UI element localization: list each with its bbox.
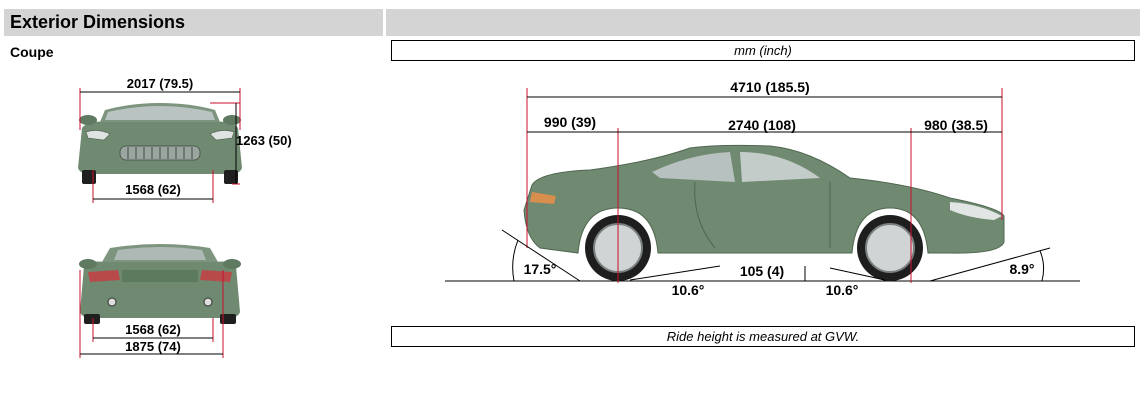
section-header-bar [386,9,1140,36]
ramp-angle-rear-label: 10.6° [826,282,859,298]
front-overall-width-label: 2017 (79.5) [127,76,194,91]
front-overhang-label: 990 (39) [544,114,596,130]
departure-angle-label: 8.9° [1009,261,1034,277]
approach-angle-label: 17.5° [524,261,557,277]
rear-car-illustration [79,244,241,324]
wheelbase-label: 2740 (108) [728,117,796,133]
rear-view-diagram: 1568 (62) 1875 (74) [79,244,241,358]
front-track-label: 1568 (62) [125,182,181,197]
units-note: mm (inch) [391,40,1135,61]
section-title: Exterior Dimensions [10,12,186,32]
ground-clearance-label: 105 (4) [740,263,784,279]
side-car-illustration [523,144,1005,281]
ride-height-note: Ride height is measured at GVW. [391,326,1135,347]
height-label: 1263 (50) [236,133,292,148]
front-car-illustration [78,103,242,184]
rear-overhang-label: 980 (38.5) [924,117,988,133]
side-view-diagram: 4710 (185.5) 990 (39) 2740 (108) 980 (38… [445,79,1080,298]
front-view-diagram: 2017 (79.5) 1263 (50) 1568 (62) [78,76,292,203]
rear-track-label: 1568 (62) [125,322,181,337]
overall-length-label: 4710 (185.5) [730,79,809,95]
variant-label: Coupe [10,44,54,60]
section-header: Exterior Dimensions [4,9,383,36]
ramp-angle-front-label: 10.6° [672,282,705,298]
rear-width-label: 1875 (74) [125,339,181,354]
